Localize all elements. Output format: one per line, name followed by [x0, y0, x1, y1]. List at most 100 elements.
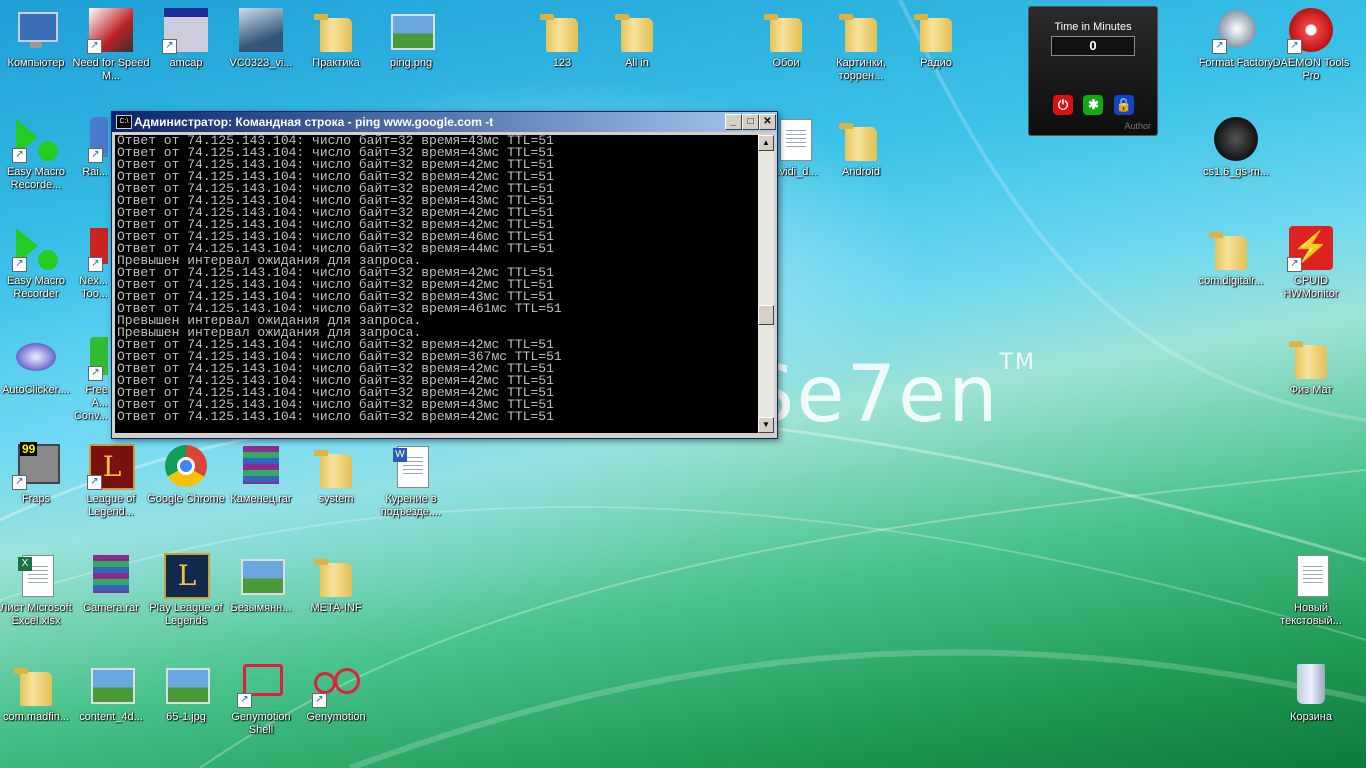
desktop-icon-label: Обои — [772, 57, 800, 69]
counter-strike-icon — [1214, 117, 1258, 161]
lol-icon: L — [164, 553, 210, 599]
timer-gadget[interactable]: Time in Minutes 0 ⏻ ✱ 🔒 Author — [1028, 6, 1158, 136]
desktop-icon-com-madfin[interactable]: com.madfin... — [0, 660, 75, 724]
vc0323-icon — [239, 8, 283, 52]
desktop-icon-label: Новый текстовый... — [1280, 602, 1342, 627]
desktop-icon-oboi[interactable]: Обои — [747, 6, 825, 70]
scroll-up-icon[interactable]: ▲ — [758, 135, 774, 151]
folder-icon — [314, 559, 352, 597]
computer-icon — [18, 12, 58, 42]
wallpaper-logo: Se7enTM — [745, 350, 1036, 440]
desktop-icon-meta-inf[interactable]: META-INF — [297, 551, 375, 615]
maximize-button[interactable]: □ — [742, 114, 759, 130]
genymotion-shell-icon — [243, 664, 283, 696]
desktop-icon-label: Курение в подъезде.... — [380, 493, 442, 518]
desktop-icon-label: com.digitalr... — [1198, 275, 1264, 287]
desktop-icon-easy-macro-1[interactable]: ↗ Easy Macro Recorde... — [0, 115, 75, 192]
document-icon — [780, 119, 812, 161]
desktop-icon-label: DAEMON Tools Pro — [1272, 57, 1350, 82]
desktop-icon-label: Genymotion — [306, 711, 366, 723]
desktop-icon-label: Радио — [920, 57, 952, 69]
desktop-icon-hwmonitor[interactable]: ⚡ ↗ CPUID HWMonitor — [1272, 224, 1350, 301]
desktop-icon-label: Need for Speed M... — [72, 57, 150, 82]
console-output[interactable]: Ответ от 74.125.143.104: число байт=32 в… — [115, 135, 758, 433]
desktop-icon-nfs[interactable]: ↗ Need for Speed M... — [72, 6, 150, 83]
desktop-icon-chrome[interactable]: Google Chrome — [147, 442, 225, 506]
desktop-icon-cs16[interactable]: cs1.6_gs-m... — [1197, 115, 1275, 179]
scroll-down-icon[interactable]: ▼ — [758, 417, 774, 433]
desktop-icon-genymotion-shell[interactable]: ↗ Genymotion Shell — [222, 660, 300, 737]
console-line: Ответ от 74.125.143.104: число байт=32 в… — [117, 409, 554, 424]
desktop-icon-new-text[interactable]: Новый текстовый... — [1272, 551, 1350, 628]
desktop-icon-label: Картинки, торрен... — [836, 57, 886, 82]
desktop-icon-lol-2[interactable]: L Play League of Legends — [147, 551, 225, 628]
desktop-icon-camera-rar[interactable]: Camera.rar — [72, 551, 150, 615]
vertical-scrollbar[interactable]: ▲ ▼ — [758, 135, 774, 433]
desktop-icon-daemon-tools[interactable]: ↗ DAEMON Tools Pro — [1272, 6, 1350, 83]
desktop-icon-system[interactable]: system — [297, 442, 375, 506]
desktop-icon-excel[interactable]: X Лист Microsoft Excel.xlsx — [0, 551, 75, 628]
desktop-icon-radio[interactable]: Радио — [897, 6, 975, 70]
desktop-icon-kamenets-rar[interactable]: Каменец.rar — [222, 442, 300, 506]
close-button[interactable]: ✕ — [759, 114, 776, 130]
minimize-button[interactable]: _ — [725, 114, 742, 130]
desktop-icon-label: system — [318, 493, 354, 505]
desktop-icon-65-1-jpg[interactable]: 65-1.jpg — [147, 660, 225, 724]
text-file-icon — [1297, 555, 1329, 597]
desktop-icon-nex-tools[interactable]: ↗ Nex... Too... — [72, 224, 108, 301]
desktop-icon-kurenie-doc[interactable]: W Курение в подъезде.... — [372, 442, 450, 519]
desktop-icon-label: Google Chrome — [147, 493, 225, 505]
folder-icon — [839, 14, 877, 52]
command-prompt-window[interactable]: C:\ Администратор: Командная строка - pi… — [111, 111, 778, 439]
desktop-icon-label: Лист Microsoft Excel.xlsx — [0, 602, 72, 627]
rar-icon — [243, 446, 279, 484]
desktop-icon-label: Genymotion Shell — [231, 711, 291, 736]
desktop-icon-123[interactable]: 123 — [523, 6, 601, 70]
desktop-icon-android[interactable]: Android — [822, 115, 900, 179]
lock-icon[interactable]: 🔒 — [1113, 95, 1134, 115]
folder-icon — [615, 14, 653, 52]
desktop-icon-ping-png[interactable]: ping.png — [372, 6, 450, 70]
desktop-icon-label: Nex... Too... — [79, 275, 108, 300]
restart-icon[interactable]: ✱ — [1083, 95, 1104, 115]
console-text: Ответ от 74.125.143.104: число байт=32 в… — [115, 135, 758, 423]
folder-icon — [14, 668, 52, 706]
desktop-icon-label: content_4d... — [79, 711, 143, 723]
desktop-icon-free-audio[interactable]: ↗ Free A... Conv... — [72, 333, 108, 423]
image-file-icon — [91, 668, 135, 704]
desktop-icon-label: Format Factory — [1198, 57, 1274, 69]
desktop-icon-autoclicker[interactable]: AutoClicker.... — [0, 333, 75, 397]
desktop-icon-easy-macro-2[interactable]: ↗ Easy Macro Recorder — [0, 224, 75, 301]
desktop-icon-label: META-INF — [310, 602, 362, 614]
desktop-icon-label: Каменец.rar — [230, 493, 292, 505]
desktop-icon-label: Free A... Conv... — [73, 384, 108, 422]
desktop-icon-rai[interactable]: ↗ Rai... — [72, 115, 108, 179]
desktop-icon-fiz-mat[interactable]: Физ Мат — [1272, 333, 1350, 397]
desktop-icon-praktika[interactable]: Практика — [297, 6, 375, 70]
gadget-minutes-value[interactable]: 0 — [1051, 36, 1135, 56]
image-file-icon — [241, 559, 285, 595]
desktop-icon-label: Android — [842, 166, 880, 178]
scrollbar-thumb[interactable] — [758, 305, 774, 325]
desktop-icon-all-in[interactable]: All in — [598, 6, 676, 70]
desktop-icon-label: League of Legend... — [86, 493, 136, 518]
desktop-icon-label: com.madfin... — [2, 711, 70, 723]
desktop-icon-amcap[interactable]: ↗ amcap — [147, 6, 225, 70]
desktop-icon-vc0323[interactable]: VC0323_vi... — [222, 6, 300, 70]
desktop-icon-computer[interactable]: Компьютер — [0, 6, 75, 70]
desktop-icon-content-4d[interactable]: content_4d... — [72, 660, 150, 724]
desktop-icon-label: VC0323_vi... — [229, 57, 293, 69]
desktop-icon-com-digitalr[interactable]: com.digitalr... — [1192, 224, 1270, 288]
power-icon[interactable]: ⏻ — [1053, 95, 1073, 115]
desktop-icon-bezymyann[interactable]: Безымянн... — [222, 551, 300, 615]
desktop-icon-kartinki[interactable]: Картинки, торрен... — [822, 6, 900, 83]
desktop-icon-recycle-bin[interactable]: Корзина — [1272, 660, 1350, 724]
desktop-icon-lol-1[interactable]: L ↗ League of Legend... — [72, 442, 150, 519]
folder-icon — [839, 123, 877, 161]
desktop-icon-fraps[interactable]: 99 ↗ Fraps — [0, 442, 75, 506]
gadget-author: Author — [1124, 121, 1151, 131]
window-titlebar[interactable]: C:\ Администратор: Командная строка - pi… — [112, 112, 777, 132]
desktop-icon-format-factory[interactable]: ↗ Format Factory — [1197, 6, 1275, 70]
desktop-icon-genymotion[interactable]: ↗ Genymotion — [297, 660, 375, 724]
console-icon: C:\ — [116, 115, 132, 129]
